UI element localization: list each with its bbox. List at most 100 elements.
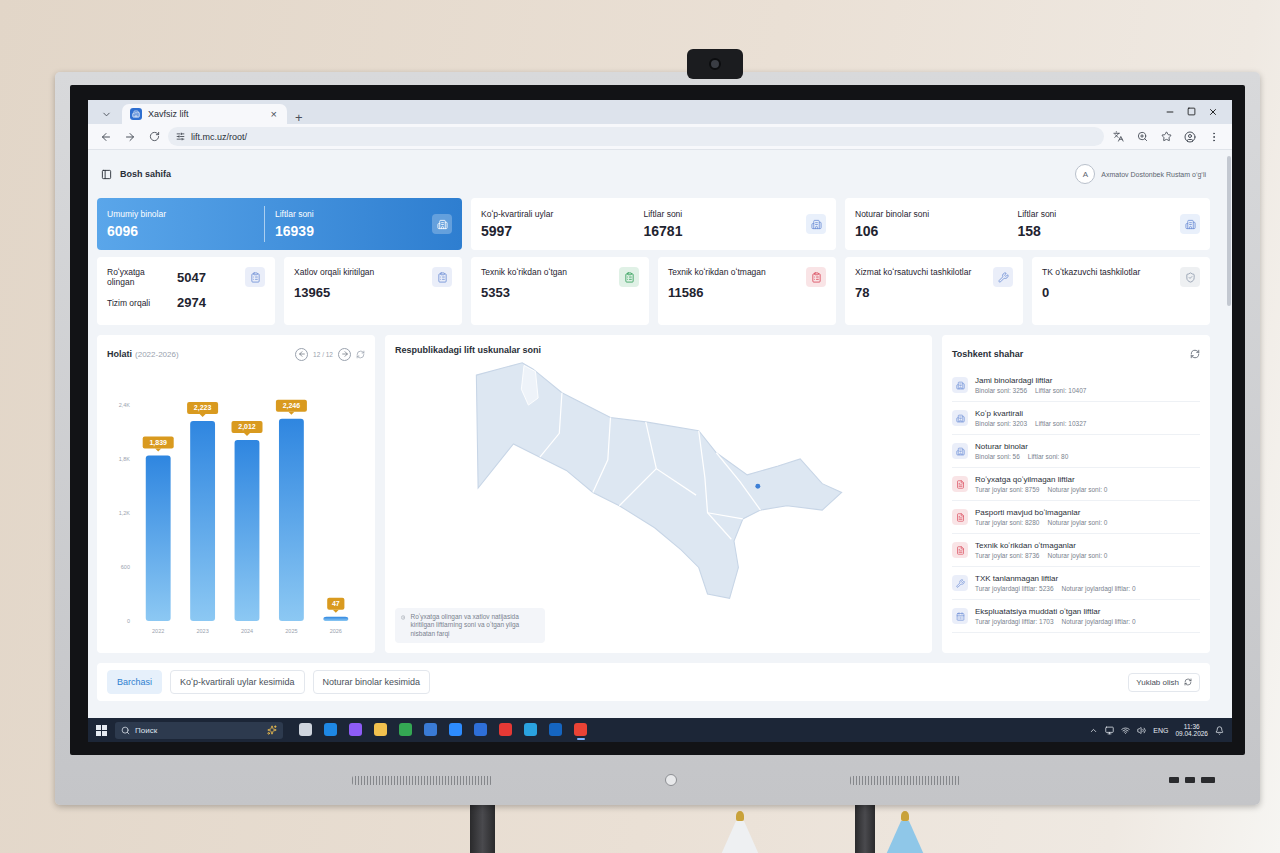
menu-button[interactable]: [1204, 127, 1224, 147]
chart-bar[interactable]: [323, 617, 348, 621]
notification-icon[interactable]: [1215, 726, 1224, 735]
summary-icon-box: [1180, 214, 1200, 234]
user-menu[interactable]: AAxmatov Dostonbek Rustam o‘g‘li: [1075, 164, 1206, 184]
value-label: 2,246: [283, 402, 301, 410]
new-tab-button[interactable]: +: [293, 111, 305, 124]
filter-tab[interactable]: Koʻp-kvartirali uylar kesimida: [170, 670, 305, 694]
taskbar-app[interactable]: [524, 721, 537, 740]
tashkent-marker[interactable]: [755, 484, 760, 489]
language-indicator[interactable]: ENG: [1153, 727, 1168, 734]
taskbar-app[interactable]: [324, 721, 337, 740]
region-item[interactable]: Roʻyxatga qoʻyilmagan liftlarTurar joyla…: [952, 468, 1200, 501]
chart-bar[interactable]: [146, 455, 171, 621]
filter-tab[interactable]: Barchasi: [107, 670, 162, 694]
stat-card[interactable]: Xizmat koʻrsatuvchi tashkilotlar78: [845, 257, 1023, 325]
minimize-icon[interactable]: [1165, 107, 1175, 117]
prev-button[interactable]: [295, 348, 308, 361]
chart-bar[interactable]: [235, 440, 260, 621]
stat-label: Texnik koʻrikdan oʻtmagan: [668, 267, 766, 277]
axis-tick: 600: [121, 564, 130, 570]
stat-card[interactable]: Roʻyxatga olingan5047Tizim orqali2974: [97, 257, 275, 325]
display-icon[interactable]: [1105, 726, 1114, 735]
taskbar-app[interactable]: [474, 721, 487, 740]
summary-card[interactable]: Koʻp-kvartirali uylar5997Liftlar soni167…: [471, 198, 836, 250]
stand-leg: [855, 805, 875, 853]
region-item[interactable]: Koʻp kvartiraliBinolar soni: 3203Liftlar…: [952, 402, 1200, 435]
taskbar-app[interactable]: [499, 721, 512, 740]
taskbar-app[interactable]: [574, 721, 587, 740]
arrow-right-icon: [341, 350, 349, 358]
reload-button[interactable]: [144, 127, 164, 147]
region-item-details: Turar joylardagi liftlar: 5236Noturar jo…: [975, 585, 1136, 592]
stat-body: Xizmat koʻrsatuvchi tashkilotlar78: [855, 267, 971, 300]
taskbar-app[interactable]: [399, 721, 412, 740]
taskbar-app[interactable]: [374, 721, 387, 740]
taskbar-app[interactable]: [299, 721, 312, 740]
browser-tab[interactable]: Xavfsiz lift×: [122, 104, 287, 124]
value-label: 47: [332, 600, 340, 607]
region-item-details: Turar joylar soni: 8280Noturar joylar so…: [975, 519, 1107, 526]
document-icon: [956, 480, 965, 489]
app-icon: [449, 723, 462, 736]
stat-body: TK oʻtkazuvchi tashkilotlar0: [1042, 267, 1140, 300]
region-detail: Turar joylardagi liftlar: 5236: [975, 585, 1054, 592]
power-button[interactable]: [665, 774, 677, 786]
scrollbar-thumb[interactable]: [1227, 156, 1231, 306]
stat-card[interactable]: Xatlov orqali kiritilgan13965: [284, 257, 462, 325]
chart-pager: 12 / 12: [295, 348, 365, 361]
chart-bar[interactable]: [190, 421, 215, 621]
region-item[interactable]: TXK tanlanmagan liftlarTurar joylardagi …: [952, 567, 1200, 600]
region-item[interactable]: Noturar binolarBinolar soni: 56Liftlar s…: [952, 435, 1200, 468]
refresh-icon[interactable]: [356, 350, 365, 359]
chart-bar[interactable]: [279, 419, 304, 621]
stat-card[interactable]: Texnik koʻrikdan oʻtmagan11586: [658, 257, 836, 325]
tab-search-button[interactable]: [96, 104, 116, 124]
refresh-icon[interactable]: [1190, 349, 1200, 359]
page-scrollbar[interactable]: [1226, 150, 1232, 718]
taskbar-app[interactable]: [424, 721, 437, 740]
sidebar-toggle-icon[interactable]: [101, 169, 112, 180]
taskbar-app[interactable]: [449, 721, 462, 740]
speaker-grill: [850, 776, 960, 785]
url-field[interactable]: lift.mc.uz/root/: [168, 127, 1104, 146]
next-button[interactable]: [338, 348, 351, 361]
stat-label: TK oʻtkazuvchi tashkilotlar: [1042, 267, 1140, 277]
map-panel: Respublikadagi lift uskunalar soniRoʻyxa…: [385, 335, 932, 653]
summary-card[interactable]: Umumiy binolar6096Liftlar soni16939: [97, 198, 462, 250]
profile-button[interactable]: [1180, 127, 1200, 147]
dashboard-page: Bosh sahifaAAxmatov Dostonbek Rustam o‘g…: [88, 150, 1226, 718]
taskbar-search[interactable]: Поиск: [115, 722, 283, 739]
desk-flag: [885, 805, 925, 853]
category-label: 2025: [285, 628, 297, 634]
filter-tab[interactable]: Noturar binolar kesimida: [313, 670, 431, 694]
summary-card[interactable]: Noturar binolar soni106Liftlar soni158: [845, 198, 1210, 250]
tab-close[interactable]: ×: [269, 109, 279, 120]
stat-card[interactable]: Texnik koʻrikdan oʻtgan5353: [471, 257, 649, 325]
chevron-down-icon: [101, 109, 112, 120]
translate-button[interactable]: [1108, 127, 1128, 147]
maximize-icon[interactable]: [1187, 107, 1196, 116]
zoom-button[interactable]: [1132, 127, 1152, 147]
bookmark-button[interactable]: [1156, 127, 1176, 147]
region-detail: Noturar joylar soni: 0: [1047, 486, 1107, 493]
region-item[interactable]: Texnik koʻrikdan oʻtmaganlarTurar joylar…: [952, 534, 1200, 567]
chevron-up-icon[interactable]: [1089, 726, 1098, 735]
stat-card[interactable]: TK oʻtkazuvchi tashkilotlar0: [1032, 257, 1210, 325]
windows-start-icon[interactable]: [96, 725, 107, 736]
back-button[interactable]: [96, 127, 116, 147]
region-text: Ekspluatatsiya muddati oʻtgan liftlarTur…: [975, 607, 1136, 625]
region-item[interactable]: Jami binolardagi liftlarBinolar soni: 32…: [952, 369, 1200, 402]
forward-button[interactable]: [120, 127, 140, 147]
region-item[interactable]: Pasporti mavjud boʻlmaganlarTurar joylar…: [952, 501, 1200, 534]
network-icon[interactable]: [1121, 726, 1130, 735]
region-item[interactable]: Ekspluatatsiya muddati oʻtgan liftlarTur…: [952, 600, 1200, 633]
taskbar-app[interactable]: [549, 721, 562, 740]
region-text: Texnik koʻrikdan oʻtmaganlarTurar joylar…: [975, 541, 1107, 559]
clock[interactable]: 11:3609.04.2026: [1175, 723, 1208, 738]
download-button[interactable]: Yuklab olish: [1128, 673, 1200, 692]
document-icon: [956, 513, 965, 522]
taskbar-app[interactable]: [349, 721, 362, 740]
volume-icon[interactable]: [1137, 726, 1146, 735]
close-icon[interactable]: [1208, 107, 1218, 117]
uzbekistan-map[interactable]: [473, 361, 845, 601]
